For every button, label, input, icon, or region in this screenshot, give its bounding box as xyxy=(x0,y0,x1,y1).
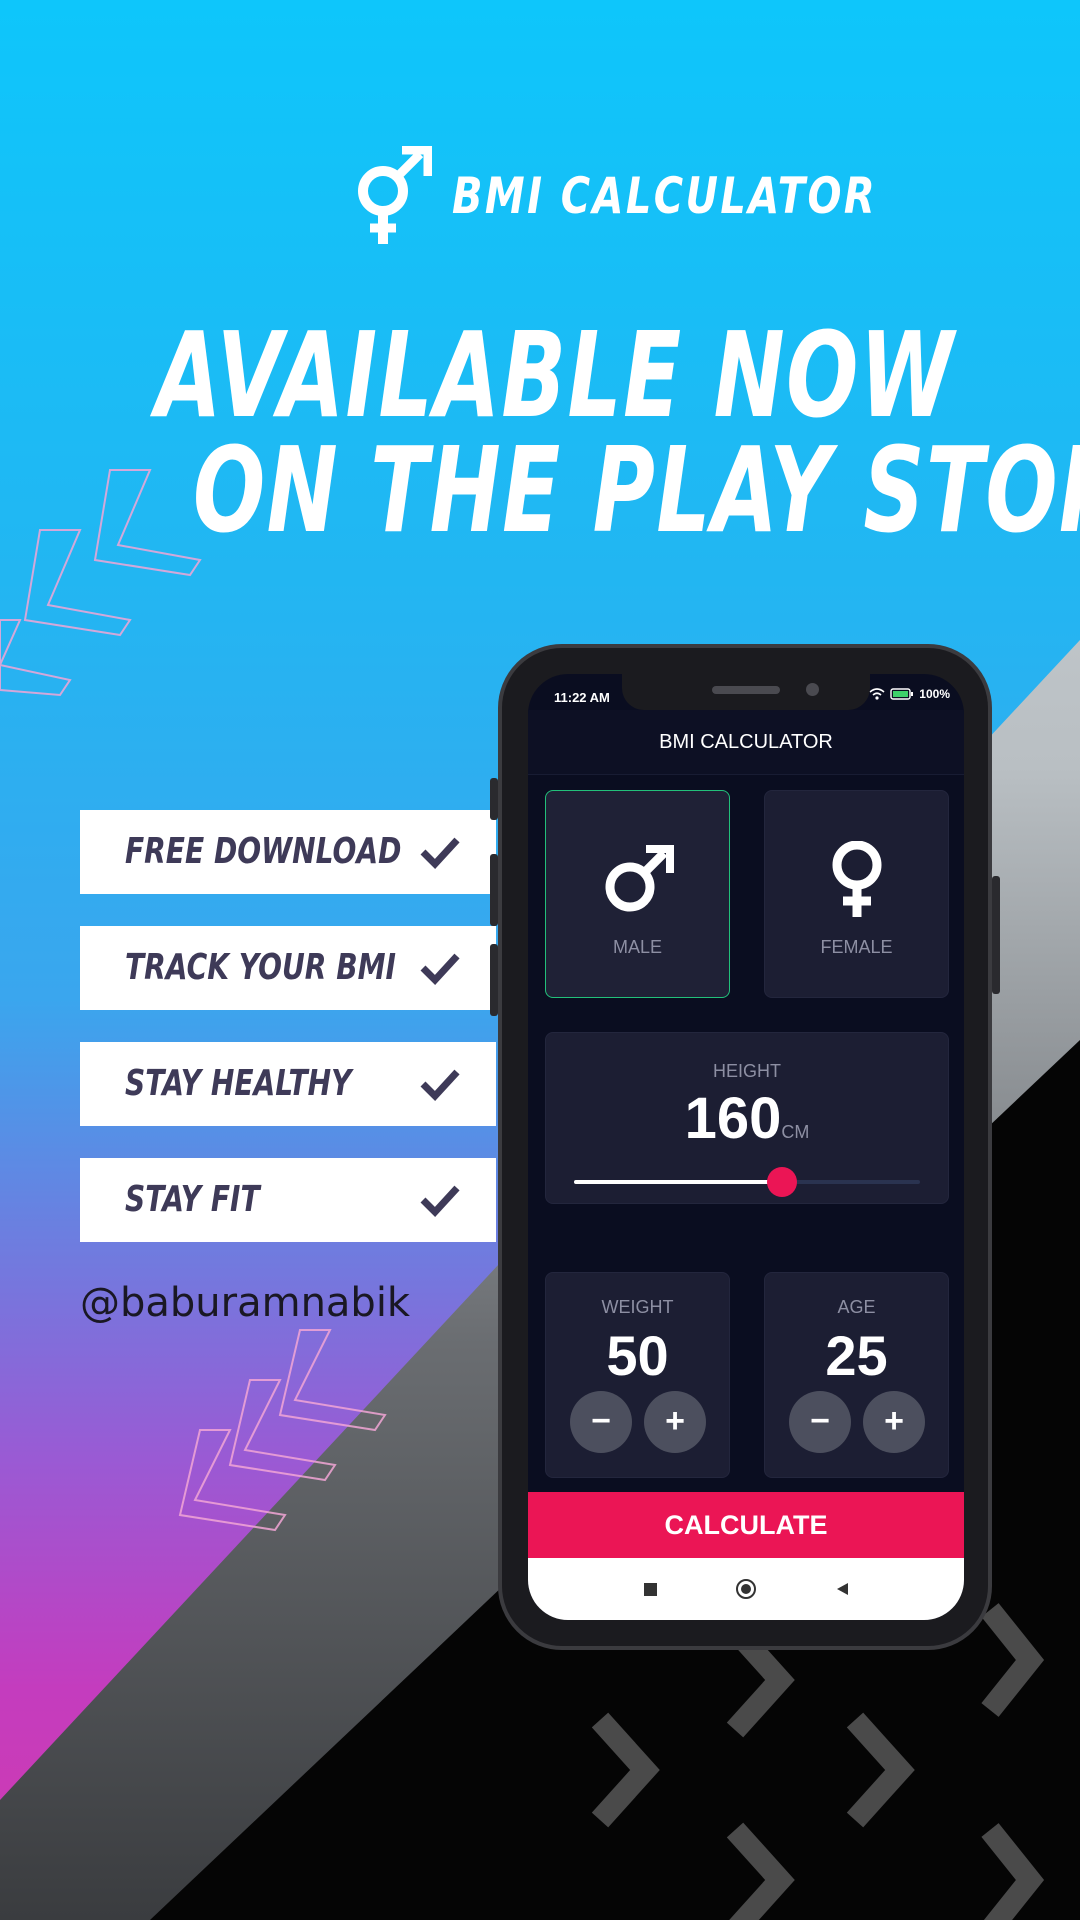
height-number: 160 xyxy=(684,1086,782,1151)
male-label: MALE xyxy=(612,937,663,957)
feature-item: STAY FIT xyxy=(80,1158,496,1242)
phone-side-button xyxy=(490,854,498,926)
home-icon[interactable] xyxy=(733,1576,759,1602)
height-card: HEIGHT 160CM xyxy=(545,1032,949,1204)
front-camera xyxy=(806,683,819,696)
feature-item: STAY HEALTHY xyxy=(80,1042,496,1126)
author-handle: @baburamnabik xyxy=(80,1280,411,1326)
system-navigation-bar xyxy=(528,1558,964,1620)
height-slider-fill xyxy=(574,1180,782,1184)
checkmark-icon xyxy=(420,837,460,870)
phone-side-button xyxy=(490,944,498,1016)
headline-text: ON THE PLAY STORE xyxy=(192,421,1080,559)
checkmark-icon xyxy=(420,953,460,986)
app-title: BMI CALCULATOR xyxy=(528,710,964,775)
speaker-grill xyxy=(712,686,780,694)
female-card[interactable]: FEMALE xyxy=(764,790,949,998)
brand-header: BMI CALCULATOR xyxy=(350,146,983,246)
phone-notch xyxy=(622,674,870,710)
recents-icon[interactable] xyxy=(637,1576,663,1602)
weight-decrement-button[interactable]: − xyxy=(570,1391,632,1453)
feature-label: STAY FIT xyxy=(125,1179,260,1220)
height-unit: CM xyxy=(781,1122,810,1142)
poster: BMI CALCULATOR AVAILABLE NOW ON THE PLAY… xyxy=(0,0,1080,1920)
checkmark-icon xyxy=(420,1069,460,1102)
battery-percent: 100% xyxy=(919,687,950,701)
phone-mockup: 11:22 AM 100% BMI CALCULATOR MALE FEMALE… xyxy=(490,644,1000,1650)
feature-label: STAY HEALTHY xyxy=(125,1063,352,1104)
male-card[interactable]: MALE xyxy=(545,790,730,998)
female-icon xyxy=(832,841,882,917)
feature-label: FREE DOWNLOAD xyxy=(125,831,402,872)
outline-chevron xyxy=(0,619,72,697)
phone-side-button xyxy=(490,778,498,820)
feature-item: TRACK YOUR BMI xyxy=(80,926,496,1010)
feature-item: FREE DOWNLOAD xyxy=(80,810,496,894)
battery-icon xyxy=(890,688,914,700)
weight-card: WEIGHT 50 − + xyxy=(545,1272,730,1478)
height-label: HEIGHT xyxy=(712,1061,781,1081)
male-icon xyxy=(605,845,674,912)
app-screen: 11:22 AM 100% BMI CALCULATOR MALE FEMALE… xyxy=(528,674,964,1620)
phone-power-button xyxy=(992,876,1000,994)
headline-line-2: ON THE PLAY STORE xyxy=(0,431,1080,549)
calculate-button[interactable]: CALCULATE xyxy=(528,1492,964,1558)
gender-symbol-icon xyxy=(358,146,432,244)
age-label: AGE xyxy=(837,1297,876,1317)
headline-text: AVAILABLE NOW xyxy=(155,306,955,444)
weight-label: WEIGHT xyxy=(601,1297,674,1317)
weight-value: 50 xyxy=(606,1324,669,1387)
age-value: 25 xyxy=(825,1324,888,1387)
height-value: 160CM xyxy=(546,1085,948,1152)
brand-name: BMI CALCULATOR xyxy=(452,167,878,225)
status-icons: 100% xyxy=(869,687,950,701)
age-card: AGE 25 − + xyxy=(764,1272,949,1478)
wifi-icon xyxy=(869,688,885,700)
headline-line-1: AVAILABLE NOW xyxy=(0,316,1080,434)
status-time: 11:22 AM xyxy=(554,690,610,705)
feature-label: TRACK YOUR BMI xyxy=(125,947,396,988)
age-increment-button[interactable]: + xyxy=(863,1391,925,1453)
checkmark-icon xyxy=(420,1185,460,1218)
weight-increment-button[interactable]: + xyxy=(644,1391,706,1453)
female-label: FEMALE xyxy=(820,937,893,957)
height-slider-thumb[interactable] xyxy=(766,1167,797,1197)
age-decrement-button[interactable]: − xyxy=(789,1391,851,1453)
back-icon[interactable] xyxy=(829,1576,855,1602)
